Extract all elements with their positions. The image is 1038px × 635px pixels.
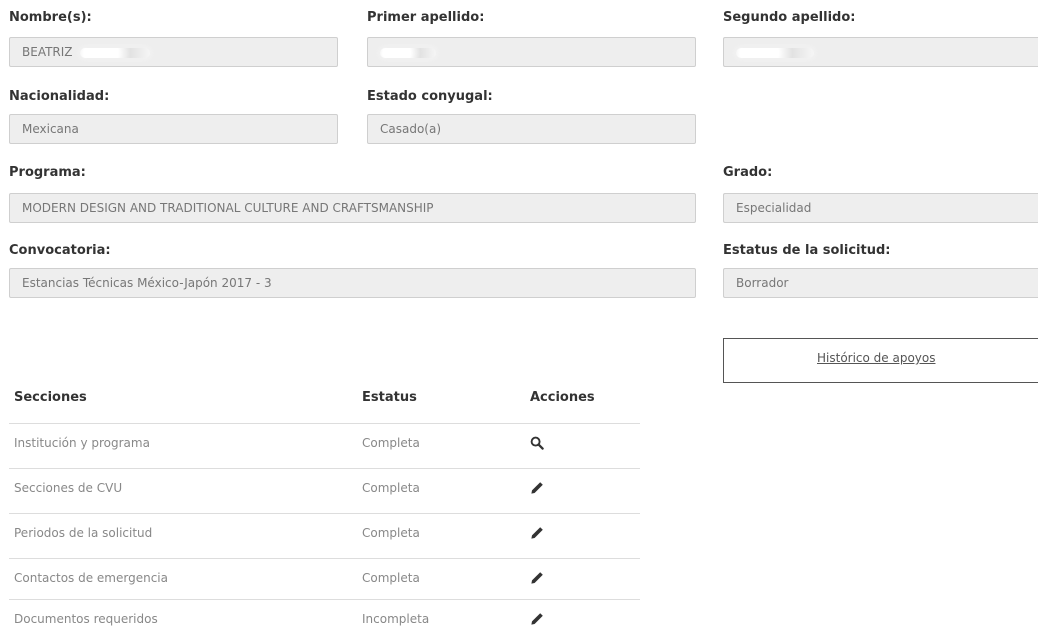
row-estatus: Completa	[362, 481, 420, 495]
historico-apoyos-link[interactable]: Histórico de apoyos	[817, 351, 936, 365]
primer-apellido-field[interactable]	[367, 37, 696, 67]
grado-field[interactable]: Especialidad	[723, 193, 1038, 223]
redacted-blur	[80, 47, 151, 58]
header-acciones: Acciones	[530, 390, 595, 405]
nombres-value: BEATRIZ	[22, 45, 73, 59]
convocatoria-field[interactable]: Estancias Técnicas México-Japón 2017 - 3	[9, 268, 696, 298]
redacted-blur	[736, 47, 814, 58]
redacted-blur	[380, 47, 436, 58]
primer-apellido-label: Primer apellido:	[367, 10, 485, 25]
row-seccion: Documentos requeridos	[14, 612, 158, 626]
row-divider	[9, 513, 640, 514]
row-divider	[9, 558, 640, 559]
header-secciones: Secciones	[14, 390, 87, 405]
nombres-label: Nombre(s):	[9, 10, 92, 25]
row-divider	[9, 599, 640, 600]
programa-label: Programa:	[9, 165, 86, 180]
segundo-apellido-field[interactable]	[723, 37, 1038, 67]
pencil-icon[interactable]	[530, 526, 544, 540]
row-divider	[9, 423, 640, 424]
nacionalidad-field[interactable]: Mexicana	[9, 114, 338, 144]
pencil-icon[interactable]	[530, 481, 544, 495]
historico-apoyos-button[interactable]: Histórico de apoyos	[723, 338, 1038, 383]
row-seccion: Periodos de la solicitud	[14, 526, 153, 540]
nacionalidad-label: Nacionalidad:	[9, 89, 110, 104]
pencil-icon[interactable]	[530, 571, 544, 585]
row-seccion: Secciones de CVU	[14, 481, 123, 495]
row-estatus: Completa	[362, 526, 420, 540]
row-seccion: Contactos de emergencia	[14, 571, 168, 585]
pencil-icon[interactable]	[530, 612, 544, 626]
search-icon[interactable]	[530, 436, 544, 450]
row-estatus: Completa	[362, 571, 420, 585]
row-divider	[9, 468, 640, 469]
row-seccion: Institución y programa	[14, 436, 150, 450]
estatus-solicitud-label: Estatus de la solicitud:	[723, 243, 891, 258]
header-estatus: Estatus	[362, 390, 417, 405]
estado-conyugal-label: Estado conyugal:	[367, 89, 493, 104]
nombres-field[interactable]: BEATRIZ	[9, 37, 338, 67]
estado-conyugal-field[interactable]: Casado(a)	[367, 114, 696, 144]
segundo-apellido-label: Segundo apellido:	[723, 10, 856, 25]
row-estatus: Incompleta	[362, 612, 430, 626]
programa-field[interactable]: MODERN DESIGN AND TRADITIONAL CULTURE AN…	[9, 193, 696, 223]
grado-label: Grado:	[723, 165, 773, 180]
estatus-solicitud-field[interactable]: Borrador	[723, 268, 1038, 298]
convocatoria-label: Convocatoria:	[9, 243, 111, 258]
row-estatus: Completa	[362, 436, 420, 450]
